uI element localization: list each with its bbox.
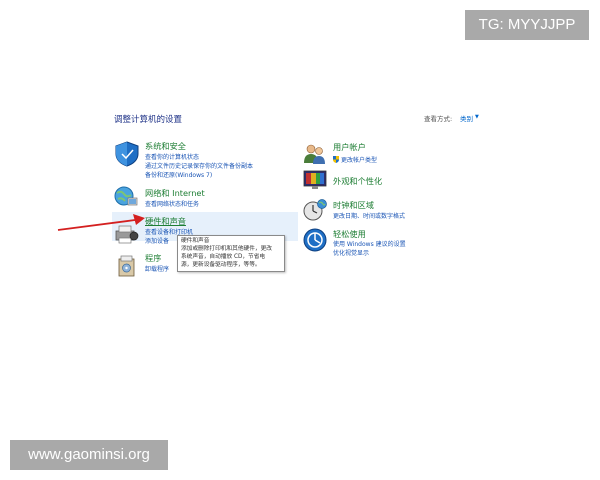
tooltip-line: 硬件和声音: [181, 238, 210, 244]
category-hardware-sound[interactable]: 硬件和声音: [145, 215, 186, 227]
programs-box-icon[interactable]: [117, 254, 137, 278]
chevron-down-icon[interactable]: ▼: [475, 114, 479, 120]
link-change-account-type[interactable]: 更改帐户类型: [341, 155, 377, 164]
globe-network-icon[interactable]: [113, 185, 139, 209]
users-icon[interactable]: [303, 143, 327, 165]
link-view-computer-status[interactable]: 查看你的计算机状态: [145, 152, 199, 161]
category-programs[interactable]: 程序: [145, 252, 161, 264]
category-system-security[interactable]: 系统和安全: [145, 140, 186, 152]
ease-of-access-icon[interactable]: [303, 228, 327, 252]
link-network-status[interactable]: 查看网络状态和任务: [145, 199, 199, 208]
link-recommended-settings[interactable]: 使用 Windows 建议的设置: [333, 239, 406, 248]
tooltip-line: 源，更新设备驱动程序，等等。: [181, 262, 261, 268]
tooltip-line: 添加或删除打印机和其他硬件，更改: [181, 246, 272, 252]
view-by-label: 查看方式:: [424, 115, 453, 123]
page-title: 调整计算机的设置: [114, 115, 183, 125]
watermark-bottom: www.gaominsi.org: [10, 440, 168, 470]
tooltip-line: 系统声音，自动播放 CD，节省电: [181, 254, 266, 260]
view-by-dropdown[interactable]: 类别: [460, 113, 473, 123]
red-arrow-annotation: [57, 214, 145, 231]
watermark-top: TG: MYYJJPP: [465, 10, 589, 40]
monitor-personalization-icon[interactable]: [303, 169, 327, 191]
link-backup-restore[interactable]: 备份和还原(Windows 7): [145, 170, 212, 179]
link-optimize-display[interactable]: 优化视觉显示: [333, 248, 369, 257]
category-user-accounts[interactable]: 用户帐户: [333, 141, 366, 153]
link-file-history-backup[interactable]: 通过文件历史记录保存你的文件备份副本: [145, 161, 253, 170]
clock-globe-icon[interactable]: [303, 198, 327, 222]
category-appearance[interactable]: 外观和个性化: [333, 175, 382, 187]
category-clock-region[interactable]: 时钟和区域: [333, 199, 374, 211]
link-uninstall-program[interactable]: 卸载程序: [145, 264, 169, 273]
category-network-internet[interactable]: 网络和 Internet: [145, 187, 205, 199]
uac-shield-icon: [333, 156, 339, 163]
link-add-device[interactable]: 添加设备: [145, 236, 169, 245]
shield-icon[interactable]: [114, 141, 140, 167]
tooltip-hardware-sound: 硬件和声音 添加或删除打印机和其他硬件，更改 系统声音，自动播放 CD，节省电 …: [177, 235, 285, 272]
link-change-date-time[interactable]: 更改日期、时间或数字格式: [333, 211, 405, 220]
